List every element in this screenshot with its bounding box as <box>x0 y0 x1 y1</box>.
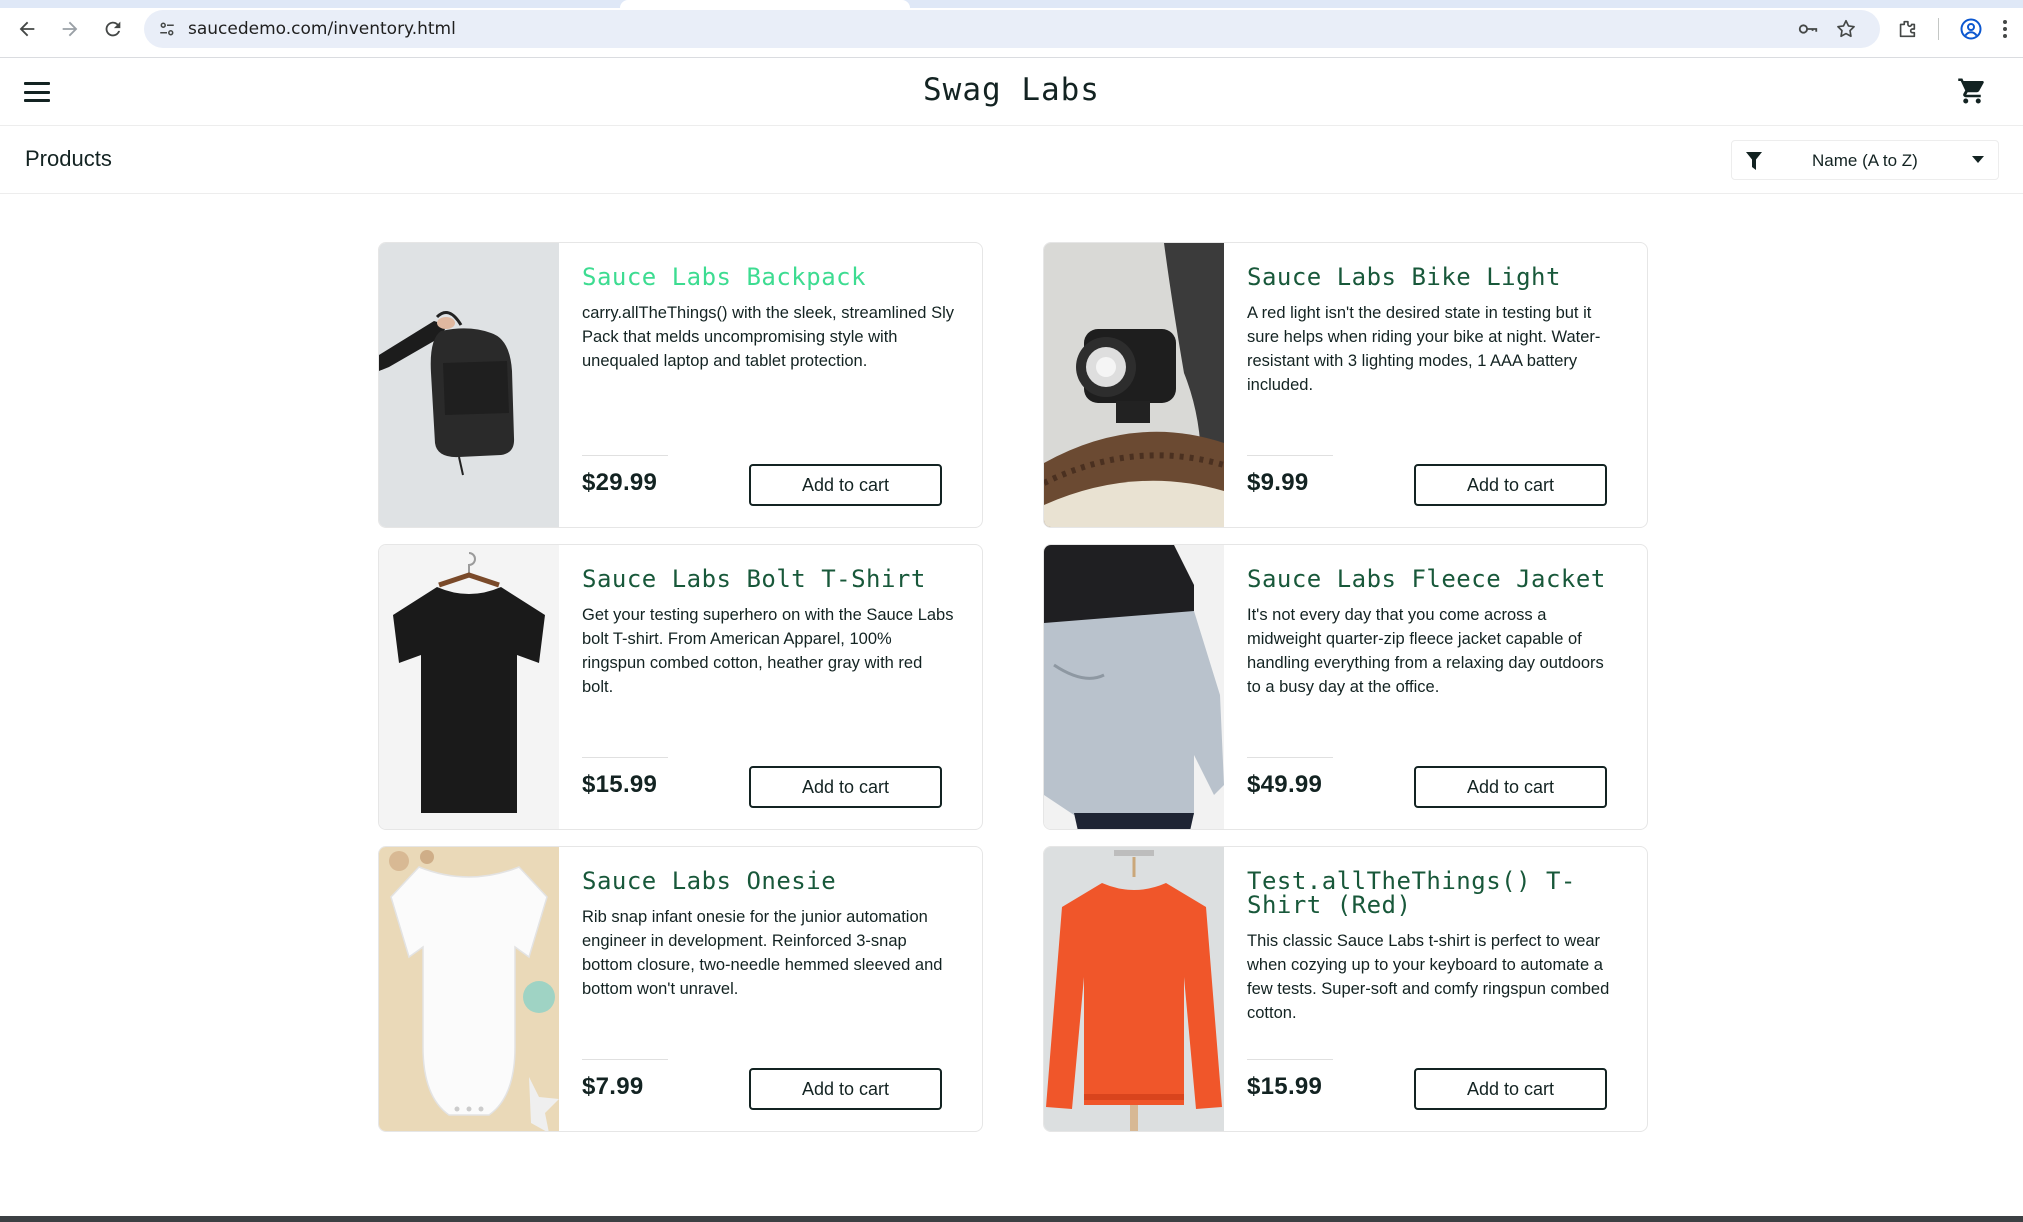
product-details: Sauce Labs Bike Light A red light isn't … <box>1247 265 1622 397</box>
product-price: $9.99 <box>1247 469 1309 496</box>
kebab-menu-icon[interactable] <box>1993 14 2017 44</box>
product-image-onesie[interactable] <box>379 847 559 1131</box>
add-to-cart-button[interactable]: Add to cart <box>749 464 942 506</box>
site-info-icon[interactable] <box>154 16 180 42</box>
product-price: $15.99 <box>582 771 658 798</box>
product-name-link[interactable]: Sauce Labs Bolt T-Shirt <box>582 567 957 591</box>
reload-icon[interactable] <box>98 14 128 44</box>
product-image-bike-light[interactable] <box>1044 243 1224 527</box>
inventory-item: Sauce Labs Bolt T-Shirt Get your testing… <box>378 544 983 830</box>
product-description: carry.allTheThings() with the sleek, str… <box>582 304 954 370</box>
add-to-cart-button[interactable]: Add to cart <box>1414 464 1607 506</box>
app-header: Swag Labs <box>0 58 2023 126</box>
add-to-cart-button[interactable]: Add to cart <box>749 1068 942 1110</box>
add-to-cart-button[interactable]: Add to cart <box>749 766 942 808</box>
product-details: Sauce Labs Onesie Rib snap infant onesie… <box>582 869 957 1001</box>
product-image-bolt-tshirt[interactable] <box>379 545 559 829</box>
price-divider <box>582 1059 668 1060</box>
product-details: Sauce Labs Backpack carry.allTheThings()… <box>582 265 957 373</box>
product-image-fleece-jacket[interactable] <box>1044 545 1224 829</box>
sort-selected-value: Name (A to Z) <box>1812 151 1918 170</box>
browser-toolbar: saucedemo.com/inventory.html <box>0 0 2023 58</box>
product-description: It's not every day that you come across … <box>1247 606 1604 696</box>
product-name-link[interactable]: Sauce Labs Backpack <box>582 265 957 289</box>
inventory-item: Sauce Labs Onesie Rib snap infant onesie… <box>378 846 983 1132</box>
url-text[interactable]: saucedemo.com/inventory.html <box>188 10 456 48</box>
product-name-link[interactable]: Test.allTheThings() T-Shirt (Red) <box>1247 869 1622 917</box>
inventory-item: Test.allTheThings() T-Shirt (Red) This c… <box>1043 846 1648 1132</box>
forward-icon[interactable] <box>55 14 85 44</box>
product-price: $15.99 <box>1247 1073 1323 1100</box>
bookmark-star-icon[interactable] <box>1834 17 1858 41</box>
product-name-link[interactable]: Sauce Labs Onesie <box>582 869 957 893</box>
password-key-icon[interactable] <box>1796 17 1820 41</box>
product-name-link[interactable]: Sauce Labs Bike Light <box>1247 265 1622 289</box>
price-divider <box>1247 455 1333 456</box>
app-logo: Swag Labs <box>923 72 1100 108</box>
product-details: Test.allTheThings() T-Shirt (Red) This c… <box>1247 869 1622 1025</box>
window-bottom-edge <box>0 1216 2023 1222</box>
hamburger-icon[interactable] <box>22 79 52 105</box>
sort-dropdown[interactable]: Name (A to Z) <box>1731 140 1999 180</box>
product-description: Get your testing superhero on with the S… <box>582 606 954 696</box>
back-icon[interactable] <box>12 14 42 44</box>
add-to-cart-button[interactable]: Add to cart <box>1414 1068 1607 1110</box>
page-title: Products <box>25 146 112 171</box>
product-details: Sauce Labs Fleece Jacket It's not every … <box>1247 567 1622 699</box>
price-divider <box>582 757 668 758</box>
cart-icon[interactable] <box>1955 74 1989 108</box>
product-description: This classic Sauce Labs t-shirt is perfe… <box>1247 932 1610 1022</box>
product-image-red-tshirt[interactable] <box>1044 847 1224 1131</box>
add-to-cart-button[interactable]: Add to cart <box>1414 766 1607 808</box>
active-tab[interactable] <box>620 0 910 8</box>
product-details: Sauce Labs Bolt T-Shirt Get your testing… <box>582 567 957 699</box>
secondary-header: Products Name (A to Z) <box>0 126 2023 194</box>
product-description: A red light isn't the desired state in t… <box>1247 304 1601 394</box>
price-divider <box>1247 1059 1333 1060</box>
address-bar[interactable]: saucedemo.com/inventory.html <box>144 10 1880 48</box>
product-price: $7.99 <box>582 1073 644 1100</box>
extensions-icon[interactable] <box>1892 14 1922 44</box>
tab-strip <box>0 0 2023 8</box>
toolbar-separator <box>1938 18 1939 40</box>
inventory-item: Sauce Labs Fleece Jacket It's not every … <box>1043 544 1648 830</box>
product-price: $49.99 <box>1247 771 1323 798</box>
product-description: Rib snap infant onesie for the junior au… <box>582 908 943 998</box>
inventory-list: Sauce Labs Backpack carry.allTheThings()… <box>378 242 1648 1132</box>
product-image-backpack[interactable] <box>379 243 559 527</box>
product-name-link[interactable]: Sauce Labs Fleece Jacket <box>1247 567 1622 591</box>
inventory-item: Sauce Labs Backpack carry.allTheThings()… <box>378 242 983 528</box>
product-price: $29.99 <box>582 469 658 496</box>
inventory-item: Sauce Labs Bike Light A red light isn't … <box>1043 242 1648 528</box>
profile-icon[interactable] <box>1956 14 1986 44</box>
chevron-down-icon <box>1972 156 1984 163</box>
filter-icon <box>1744 151 1764 171</box>
price-divider <box>582 455 668 456</box>
price-divider <box>1247 757 1333 758</box>
